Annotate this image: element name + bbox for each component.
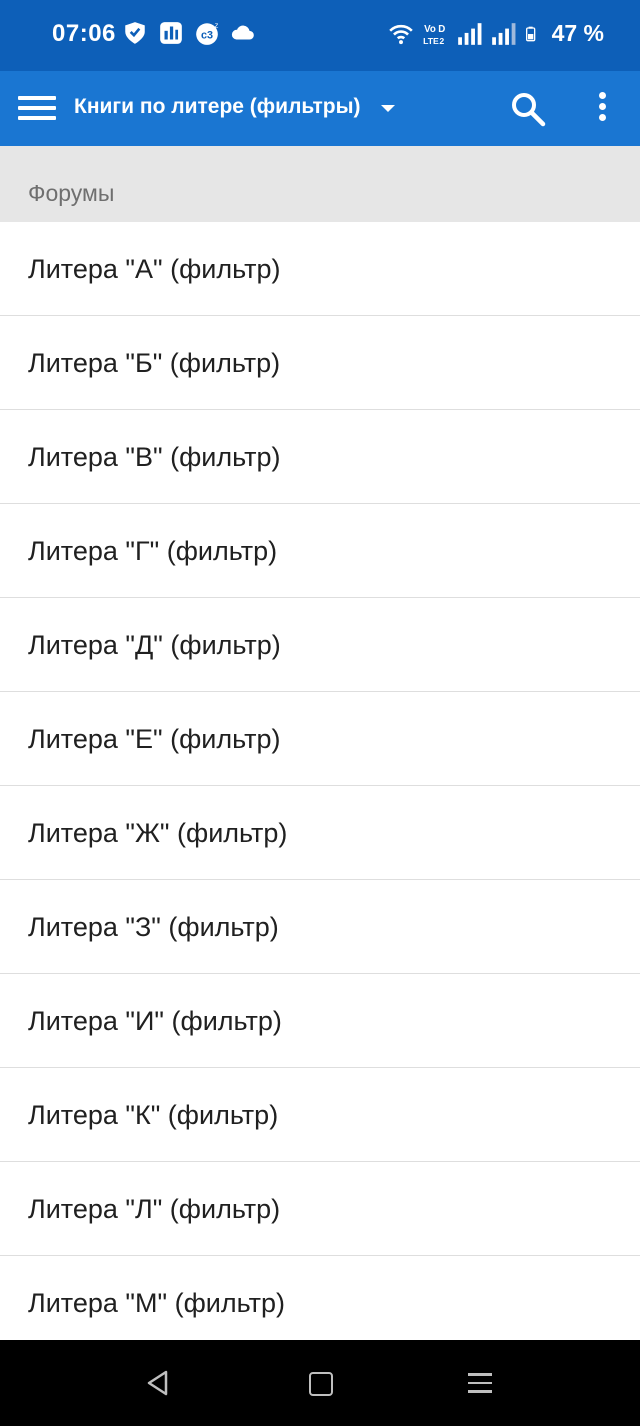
list-item[interactable]: Литера "Г" (фильтр) xyxy=(0,504,640,598)
cloud-icon xyxy=(231,25,254,40)
recent-apps-icon-line xyxy=(468,1390,492,1393)
recent-apps-icon-line xyxy=(468,1381,492,1384)
list-item-label: Литера "З" (фильтр) xyxy=(28,912,279,942)
list-item-label: Литера "А" (фильтр) xyxy=(28,254,281,284)
list-item-label: Литера "Б" (фильтр) xyxy=(28,348,281,378)
page-title: Книги по литере (фильтры) xyxy=(74,95,361,118)
list-item-label: Литера "М" (фильтр) xyxy=(28,1288,285,1318)
list-item[interactable]: Литера "М" (фильтр) xyxy=(0,1256,640,1351)
shield-icon xyxy=(125,22,145,44)
list-item[interactable]: Литера "Л" (фильтр) xyxy=(0,1162,640,1256)
more-vert-icon-dot xyxy=(598,103,606,110)
home-icon[interactable] xyxy=(309,1372,333,1396)
volte-icon: Vo DLTE 2 xyxy=(423,23,445,45)
list-item[interactable]: Литера "Д" (фильтр) xyxy=(0,598,640,692)
section-header: Форумы xyxy=(0,146,640,222)
calendar-app-icon: c3z xyxy=(196,21,219,45)
hamburger-icon-line xyxy=(18,106,56,110)
list-item[interactable]: Литера "В" (фильтр) xyxy=(0,410,640,504)
list-item[interactable]: Литера "З" (фильтр) xyxy=(0,880,640,974)
signal-icon xyxy=(457,22,482,45)
hamburger-icon xyxy=(18,96,56,100)
recent-apps-icon-line xyxy=(468,1373,492,1376)
battery-icon xyxy=(525,26,535,41)
list-item-label: Литера "Ж" (фильтр) xyxy=(28,818,288,848)
list-item[interactable]: Литера "Ж" (фильтр) xyxy=(0,786,640,880)
battery-percent: 47 % xyxy=(551,20,604,46)
more-vert-icon-dot xyxy=(598,114,606,121)
list-item-label: Литера "И" (фильтр) xyxy=(28,1006,282,1036)
svg-text:c3: c3 xyxy=(201,29,213,41)
back-icon[interactable] xyxy=(146,1370,170,1396)
screen: 07:06 c3 z Vo D LTE 2 47 % Книги по литере (… xyxy=(0,0,640,1426)
svg-text:z: z xyxy=(215,21,219,30)
section-title: Форумы xyxy=(28,180,115,206)
more-vert-icon xyxy=(598,92,606,99)
status-time: 07:06 xyxy=(52,20,116,47)
list-item-label: Литера "К" (фильтр) xyxy=(28,1100,279,1130)
recent-apps-icon[interactable] xyxy=(468,1373,492,1399)
forum-list: Литера "А" (фильтр) Литера "Б" (фильтр) … xyxy=(0,222,640,1351)
more-options-button[interactable] xyxy=(586,89,618,129)
svg-text:2: 2 xyxy=(439,35,444,45)
svg-text:D: D xyxy=(438,23,445,34)
list-item[interactable]: Литера "Б" (фильтр) xyxy=(0,316,640,410)
status-icons-right: Vo D LTE 2 47 % xyxy=(388,20,604,47)
signal-icon xyxy=(491,22,516,45)
system-nav-bar xyxy=(0,1340,640,1426)
status-icons-left: c3 z xyxy=(122,20,256,46)
svg-text:Vo: Vo xyxy=(424,23,436,34)
wifi-icon xyxy=(388,24,413,44)
list-item-label: Литера "Л" (фильтр) xyxy=(28,1194,281,1224)
search-icon[interactable] xyxy=(508,89,548,129)
list-item[interactable]: Литера "И" (фильтр) xyxy=(0,974,640,1068)
status-bar: 07:06 c3 z Vo D LTE 2 47 % xyxy=(0,0,640,71)
hamburger-icon-line xyxy=(18,116,56,120)
list-item-label: Литера "Д" (фильтр) xyxy=(28,630,281,660)
list-item-label: Литера "Г" (фильтр) xyxy=(28,536,278,566)
title-dropdown[interactable]: Книги по литере (фильтры) xyxy=(74,95,395,119)
music-app-icon xyxy=(160,22,182,44)
app-bar: Книги по литере (фильтры) xyxy=(0,71,640,146)
caret-down-icon xyxy=(380,104,395,112)
svg-text:LTE: LTE xyxy=(423,35,439,45)
list-item-label: Литера "В" (фильтр) xyxy=(28,442,281,472)
list-item[interactable]: Литера "А" (фильтр) xyxy=(0,222,640,316)
list-item[interactable]: Литера "Е" (фильтр) xyxy=(0,692,640,786)
list-item[interactable]: Литера "К" (фильтр) xyxy=(0,1068,640,1162)
list-item-label: Литера "Е" (фильтр) xyxy=(28,724,281,754)
menu-button[interactable] xyxy=(18,92,56,126)
